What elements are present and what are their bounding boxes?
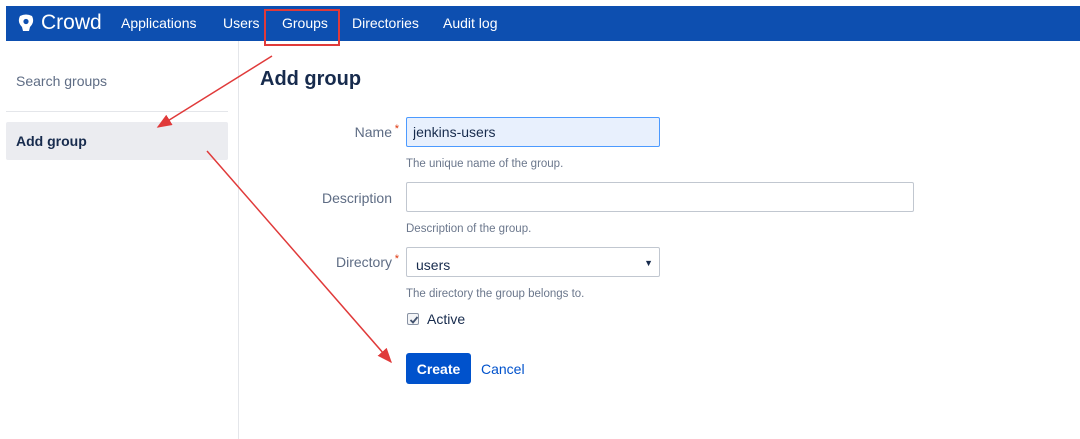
- nav-users[interactable]: Users: [223, 13, 260, 33]
- top-navigation-bar: Crowd Applications Users Groups Director…: [6, 6, 1080, 41]
- description-field-label: Description: [321, 190, 392, 206]
- directory-selected-value: users: [416, 257, 451, 273]
- dropdown-arrow-icon: ▼: [644, 258, 653, 268]
- description-help-text: Description of the group.: [406, 223, 532, 235]
- name-label-text: Name: [354, 124, 392, 140]
- crowd-logo[interactable]: Crowd: [16, 10, 102, 36]
- directory-field-label: Directory *: [257, 252, 399, 272]
- sidebar-item-search-groups[interactable]: Search groups: [6, 62, 228, 100]
- required-marker: *: [394, 123, 399, 135]
- sidebar-item-add-group[interactable]: Add group: [6, 122, 228, 160]
- name-help-text: The unique name of the group.: [406, 158, 564, 170]
- create-button[interactable]: Create: [406, 353, 471, 384]
- name-field-label: Name *: [257, 122, 399, 142]
- cancel-link[interactable]: Cancel: [481, 360, 525, 378]
- name-input[interactable]: [406, 117, 660, 147]
- active-checkbox-label: Active: [427, 311, 466, 327]
- required-marker: *: [394, 253, 399, 265]
- sidebar-divider: [6, 111, 228, 112]
- nav-audit-log[interactable]: Audit log: [443, 13, 497, 33]
- crowd-logo-icon: [18, 14, 34, 31]
- page-title: Add group: [260, 68, 362, 90]
- directory-label-text: Directory: [335, 254, 392, 270]
- app-name: Crowd: [41, 11, 102, 34]
- sidebar: Search groups Add group: [0, 41, 239, 439]
- nav-directories[interactable]: Directories: [352, 13, 419, 33]
- check-icon: [409, 316, 419, 324]
- directory-help-text: The directory the group belongs to.: [406, 288, 585, 300]
- active-checkbox-row: Active: [407, 310, 465, 328]
- nav-applications[interactable]: Applications: [121, 13, 197, 33]
- description-input[interactable]: [406, 182, 914, 212]
- active-checkbox[interactable]: [407, 313, 419, 325]
- directory-select[interactable]: users ▼: [406, 247, 660, 277]
- groups-highlight-box: [264, 9, 340, 46]
